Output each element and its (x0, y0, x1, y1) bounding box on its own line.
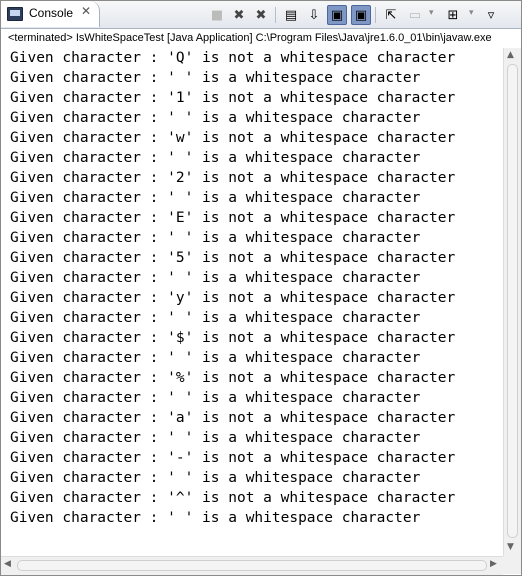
scroll-left-icon[interactable]: ◀ (4, 559, 11, 569)
console-line: Given character : ' ' is a whitespace ch… (10, 430, 421, 446)
show-on-stdout-icon[interactable]: ▣ (327, 5, 347, 25)
console-line: Given character : ' ' is a whitespace ch… (10, 150, 421, 166)
console-line: Given character : 'y' is not a whitespac… (10, 290, 456, 306)
console-line: Given character : 'Q' is not a whitespac… (10, 50, 456, 66)
toolbar-separator (375, 7, 376, 23)
horizontal-scroll-thumb[interactable] (17, 560, 487, 571)
vertical-scrollbar[interactable]: ▲ ▼ (503, 48, 521, 556)
toolbar-separator (275, 7, 276, 23)
scroll-up-icon[interactable]: ▲ (507, 50, 514, 60)
remove-launch-icon[interactable]: ✖ (229, 5, 249, 25)
console-line: Given character : ' ' is a whitespace ch… (10, 350, 421, 366)
horizontal-scrollbar[interactable]: ◀ ▶ (1, 556, 503, 575)
scroll-lock-icon[interactable]: ⇩ (304, 5, 324, 25)
pin-console-icon[interactable]: ⇱ (381, 5, 401, 25)
tab-console[interactable]: Console ✕ (1, 1, 100, 27)
dropdown-arrow-icon[interactable]: ▾ (429, 8, 434, 18)
vertical-scroll-thumb[interactable] (507, 64, 518, 538)
console-line: Given character : ' ' is a whitespace ch… (10, 390, 421, 406)
process-status-label: <terminated> IsWhiteSpaceTest [Java Appl… (1, 29, 521, 47)
remove-all-terminated-icon[interactable]: ✖ (251, 5, 271, 25)
dropdown-arrow-icon[interactable]: ▾ (469, 8, 474, 18)
console-line: Given character : '%' is not a whitespac… (10, 370, 456, 386)
console-line: Given character : ' ' is a whitespace ch… (10, 270, 421, 286)
tab-label: Console (29, 6, 74, 20)
console-line: Given character : ' ' is a whitespace ch… (10, 70, 421, 86)
view-tab-bar: Console ✕ ■ ✖ ✖ ▤ ⇩ ▣ ▣ ⇱ ▭ ⊞ ▿ ▾ ▾ (1, 1, 521, 29)
console-line: Given character : 'E' is not a whitespac… (10, 210, 456, 226)
console-line: Given character : '$' is not a whitespac… (10, 330, 456, 346)
scroll-corner (503, 556, 521, 574)
display-console-icon[interactable]: ▭ (405, 5, 425, 25)
close-icon[interactable]: ✕ (81, 4, 91, 18)
console-line: Given character : ' ' is a whitespace ch… (10, 470, 421, 486)
scroll-right-icon[interactable]: ▶ (490, 559, 497, 569)
console-line: Given character : '5' is not a whitespac… (10, 250, 456, 266)
view-menu-icon[interactable]: ▿ (481, 5, 501, 25)
show-on-stderr-icon[interactable]: ▣ (351, 5, 371, 25)
console-line: Given character : ' ' is a whitespace ch… (10, 510, 421, 526)
console-line: Given character : ' ' is a whitespace ch… (10, 310, 421, 326)
terminate-icon[interactable]: ■ (207, 5, 227, 25)
console-line: Given character : 'w' is not a whitespac… (10, 130, 456, 146)
console-line: Given character : ' ' is a whitespace ch… (10, 190, 421, 206)
scroll-down-icon[interactable]: ▼ (507, 542, 514, 552)
console-line: Given character : ' ' is a whitespace ch… (10, 110, 421, 126)
console-line: Given character : '1' is not a whitespac… (10, 90, 456, 106)
clear-console-icon[interactable]: ▤ (281, 5, 301, 25)
console-view: Console ✕ ■ ✖ ✖ ▤ ⇩ ▣ ▣ ⇱ ▭ ⊞ ▿ ▾ ▾ <terminated> IsW… (0, 0, 522, 576)
open-console-icon[interactable]: ⊞ (443, 5, 463, 25)
console-line: Given character : ' ' is a whitespace ch… (10, 230, 421, 246)
console-line: Given character : '^' is not a whitespac… (10, 490, 456, 506)
console-line: Given character : '-' is not a whitespac… (10, 450, 456, 466)
console-line: Given character : 'a' is not a whitespac… (10, 410, 456, 426)
console-output[interactable]: Given character : 'Q' is not a whitespac… (1, 48, 503, 556)
console-icon (7, 7, 23, 21)
console-line: Given character : '2' is not a whitespac… (10, 170, 456, 186)
